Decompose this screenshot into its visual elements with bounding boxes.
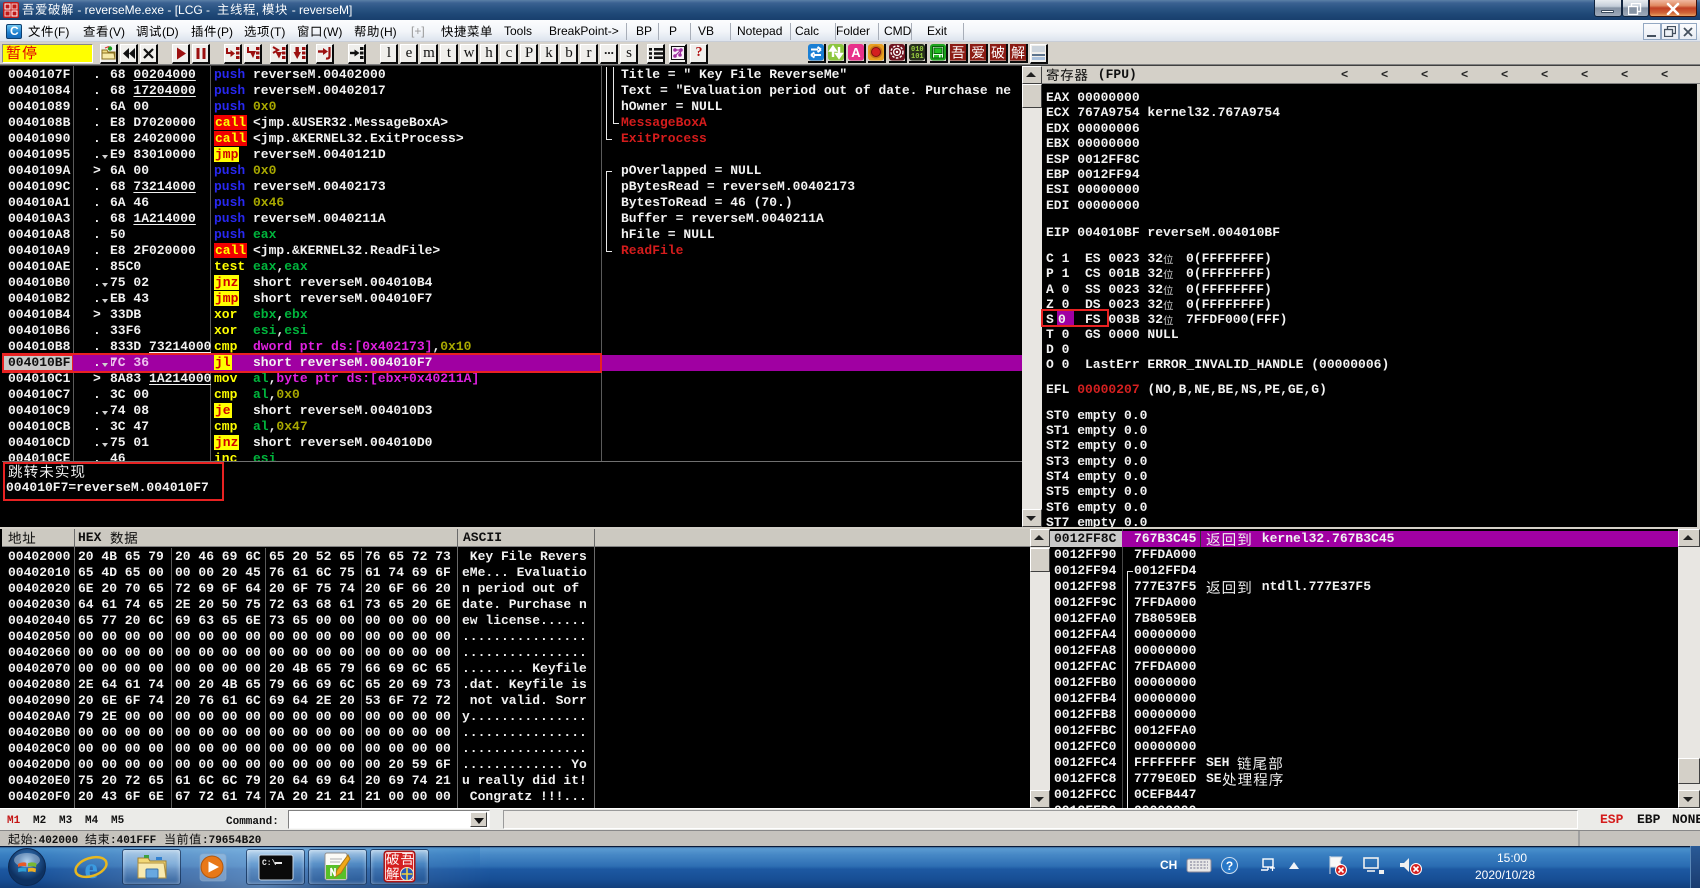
svg-text:C:\: C:\ xyxy=(262,859,277,868)
svg-text:101: 101 xyxy=(911,53,924,61)
svg-text:A: A xyxy=(851,45,861,60)
svg-text:?: ? xyxy=(1226,859,1233,873)
